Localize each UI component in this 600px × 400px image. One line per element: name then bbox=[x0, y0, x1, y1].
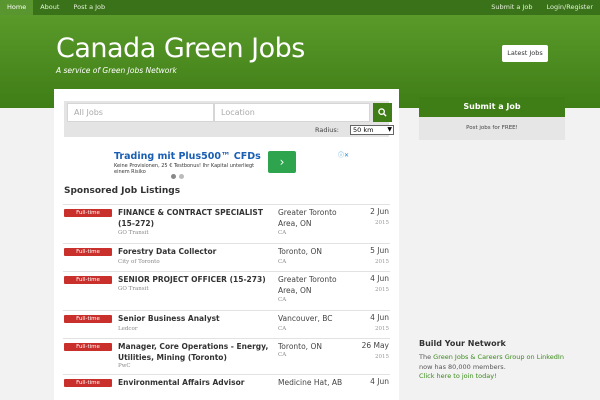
job-company: City of Toronto bbox=[118, 259, 160, 265]
nav-about[interactable]: About bbox=[33, 0, 66, 15]
latest-jobs-button[interactable]: Latest Jobs bbox=[502, 45, 548, 62]
ad-pagination bbox=[171, 174, 184, 179]
search-icon bbox=[378, 108, 387, 117]
job-type-badge: Full-time bbox=[64, 343, 112, 351]
job-year: 2015 bbox=[375, 287, 389, 293]
job-title-link[interactable]: FINANCE & CONTRACT SPECIALIST (15-272) bbox=[118, 207, 273, 229]
ad-title[interactable]: Trading mit Plus500™ CFDs bbox=[114, 151, 261, 162]
job-type-badge: Full-time bbox=[64, 276, 112, 284]
job-location: Greater Toronto Area, ON bbox=[278, 275, 337, 295]
job-country: CA bbox=[278, 230, 287, 236]
join-link[interactable]: Click here to join today! bbox=[419, 372, 497, 380]
job-date: 4 Jun bbox=[370, 274, 389, 283]
job-company: GO Transit bbox=[118, 230, 149, 236]
submit-job-button[interactable]: Submit a Job bbox=[419, 97, 565, 117]
job-location: Vancouver, BC bbox=[278, 314, 333, 323]
site-tagline: A service of Green Jobs Network bbox=[56, 66, 177, 75]
ad-description: Keine Provisionen, 25 € Testbonus! Ihr K… bbox=[114, 163, 255, 175]
main-panel: All Jobs Location Radius: 50 km ▼ Tradin… bbox=[54, 89, 399, 400]
network-title: Build Your Network bbox=[419, 339, 506, 348]
job-title-link[interactable]: Forestry Data Collector bbox=[118, 246, 273, 257]
job-type-badge: Full-time bbox=[64, 209, 112, 217]
job-title-link[interactable]: Senior Business Analyst bbox=[118, 313, 273, 324]
job-date: 2 Jun bbox=[370, 207, 389, 216]
job-title-link[interactable]: Environmental Affairs Advisor bbox=[118, 377, 273, 388]
job-location: Medicine Hat, AB bbox=[278, 378, 343, 387]
ad-arrow-button[interactable]: › bbox=[268, 151, 296, 173]
job-date: 4 Jun bbox=[370, 377, 389, 386]
chevron-right-icon: › bbox=[279, 155, 285, 169]
job-type-badge: Full-time bbox=[64, 248, 112, 256]
top-nav-left: Home About Post a Job bbox=[0, 0, 112, 15]
linkedin-group-link[interactable]: Green Jobs & Careers Group on LinkedIn bbox=[433, 353, 564, 361]
job-row[interactable]: Full-time Manager, Core Operations - Ene… bbox=[63, 338, 390, 374]
network-pre: The bbox=[419, 353, 432, 361]
keywords-input[interactable]: All Jobs bbox=[67, 103, 214, 122]
job-row[interactable]: Full-time SENIOR PROJECT OFFICER (15-273… bbox=[63, 271, 390, 310]
job-year: 2015 bbox=[375, 259, 389, 265]
job-type-badge: Full-time bbox=[64, 379, 112, 387]
job-location: Greater Toronto Area, ON bbox=[278, 208, 337, 228]
job-year: 2015 bbox=[375, 354, 389, 360]
job-country: CA bbox=[278, 352, 287, 358]
job-row[interactable]: Full-time Senior Business Analyst Ledcor… bbox=[63, 310, 390, 338]
job-type-badge: Full-time bbox=[64, 315, 112, 323]
network-text: The Green Jobs & Careers Group on Linked… bbox=[419, 353, 569, 382]
job-country: CA bbox=[278, 259, 287, 265]
job-list: Full-time FINANCE & CONTRACT SPECIALIST … bbox=[63, 204, 390, 394]
location-input[interactable]: Location bbox=[214, 103, 370, 122]
search-button[interactable] bbox=[373, 103, 392, 122]
job-year: 2015 bbox=[375, 220, 389, 226]
nav-submit-a-job[interactable]: Submit a Job bbox=[484, 0, 539, 15]
nav-post-a-job[interactable]: Post a Job bbox=[66, 0, 112, 15]
job-row[interactable]: Full-time Environmental Affairs Advisor … bbox=[63, 374, 390, 394]
job-row[interactable]: Full-time Forestry Data Collector City o… bbox=[63, 243, 390, 271]
job-title-link[interactable]: Manager, Core Operations - Energy, Utili… bbox=[118, 341, 273, 363]
job-country: CA bbox=[278, 326, 287, 332]
job-year: 2015 bbox=[375, 326, 389, 332]
ad-dot[interactable] bbox=[171, 174, 176, 179]
ad-banner[interactable]: Trading mit Plus500™ CFDs Keine Provisio… bbox=[110, 150, 349, 177]
nav-login-register[interactable]: Login/Register bbox=[540, 0, 600, 15]
job-date: 26 May bbox=[361, 341, 389, 350]
nav-home[interactable]: Home bbox=[0, 0, 34, 15]
search-bar: All Jobs Location Radius: 50 km ▼ bbox=[64, 101, 394, 137]
top-nav: Home About Post a Job Submit a Job Login… bbox=[0, 0, 600, 15]
site-title[interactable]: Canada Green Jobs bbox=[56, 33, 305, 64]
submit-note: Post jobs for FREE! bbox=[419, 117, 565, 140]
job-date: 5 Jun bbox=[370, 246, 389, 255]
top-nav-right: Submit a Job Login/Register bbox=[484, 0, 600, 15]
job-location: Toronto, ON bbox=[278, 342, 322, 351]
job-company: PwC bbox=[118, 363, 131, 369]
job-location: Toronto, ON bbox=[278, 247, 322, 256]
radius-value: 50 km bbox=[353, 126, 374, 134]
listings-title: Sponsored Job Listings bbox=[64, 186, 181, 196]
job-date: 4 Jun bbox=[370, 313, 389, 322]
job-title-link[interactable]: SENIOR PROJECT OFFICER (15-273) bbox=[118, 274, 273, 285]
radius-label: Radius: bbox=[315, 126, 339, 134]
radius-select[interactable]: 50 km ▼ bbox=[350, 125, 394, 135]
ad-dot[interactable] bbox=[179, 174, 184, 179]
job-company: Ledcor bbox=[118, 326, 138, 332]
job-company: GO Transit bbox=[118, 286, 149, 292]
ad-info-icon[interactable]: ⓘ✕ bbox=[338, 150, 349, 159]
network-mid: now has 80,000 members. bbox=[419, 362, 506, 371]
chevron-down-icon: ▼ bbox=[387, 126, 392, 133]
job-row[interactable]: Full-time FINANCE & CONTRACT SPECIALIST … bbox=[63, 204, 390, 243]
job-country: CA bbox=[278, 297, 287, 303]
